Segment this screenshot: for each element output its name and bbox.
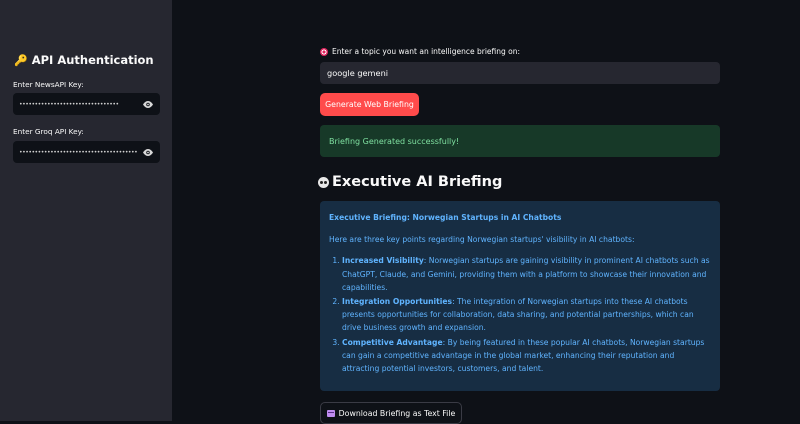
briefing-point-head: Increased Visibility <box>342 256 424 266</box>
groq-key-value[interactable]: ••••••••••••••••••••••••••••••••••••••••… <box>19 149 138 156</box>
topic-label: Enter a topic you want an intelligence b… <box>320 47 520 56</box>
briefing-point: Integration Opportunities: The integrati… <box>342 295 711 335</box>
briefing-points: Increased Visibility: Norwegian startups… <box>329 254 711 375</box>
briefing-point-head: Integration Opportunities <box>342 297 453 307</box>
briefing-point: Competitive Advantage: By being featured… <box>342 336 711 376</box>
generate-briefing-button[interactable]: Generate Web Briefing <box>320 93 419 116</box>
sidebar: 🔑 API Authentication Enter NewsAPI Key: … <box>0 0 172 421</box>
newsapi-key-value[interactable]: •••••••••••••••••••••••••••••••• <box>19 101 138 108</box>
sidebar-title-text: API Authentication <box>31 53 154 67</box>
groq-key-label: Enter Groq API Key: <box>13 127 84 136</box>
newsapi-key-label: Enter NewsAPI Key: <box>13 80 84 89</box>
section-heading: Executive AI Briefing <box>318 174 502 190</box>
download-button-label: Download Briefing as Text File <box>338 408 456 418</box>
eye-icon[interactable] <box>142 148 154 157</box>
newsapi-key-input[interactable]: •••••••••••••••••••••••••••••••• <box>13 93 160 115</box>
briefing-box: Executive Briefing: Norwegian Startups i… <box>320 201 720 391</box>
package-icon <box>326 409 335 417</box>
topic-input-value[interactable]: google gemeni <box>327 68 388 78</box>
briefing-title: Executive Briefing: Norwegian Startups i… <box>329 213 562 222</box>
success-message: Briefing Generated successfully! <box>329 136 460 146</box>
eye-icon[interactable] <box>142 100 154 109</box>
briefing-point: Increased Visibility: Norwegian startups… <box>342 254 711 294</box>
success-alert: Briefing Generated successfully! <box>320 125 720 157</box>
topic-label-text: Enter a topic you want an intelligence b… <box>332 47 521 56</box>
key-icon: 🔑 <box>14 53 28 67</box>
sidebar-title: 🔑 API Authentication <box>14 53 154 67</box>
briefing-intro: Here are three key points regarding Norw… <box>329 235 635 245</box>
briefing-point-head: Competitive Advantage <box>342 337 443 347</box>
topic-input[interactable]: google gemeni <box>320 62 720 84</box>
target-icon <box>320 47 328 56</box>
groq-key-input[interactable]: ••••••••••••••••••••••••••••••••••••••••… <box>13 141 160 163</box>
section-heading-text: Executive AI Briefing <box>332 174 503 190</box>
robot-face-icon <box>318 176 329 188</box>
